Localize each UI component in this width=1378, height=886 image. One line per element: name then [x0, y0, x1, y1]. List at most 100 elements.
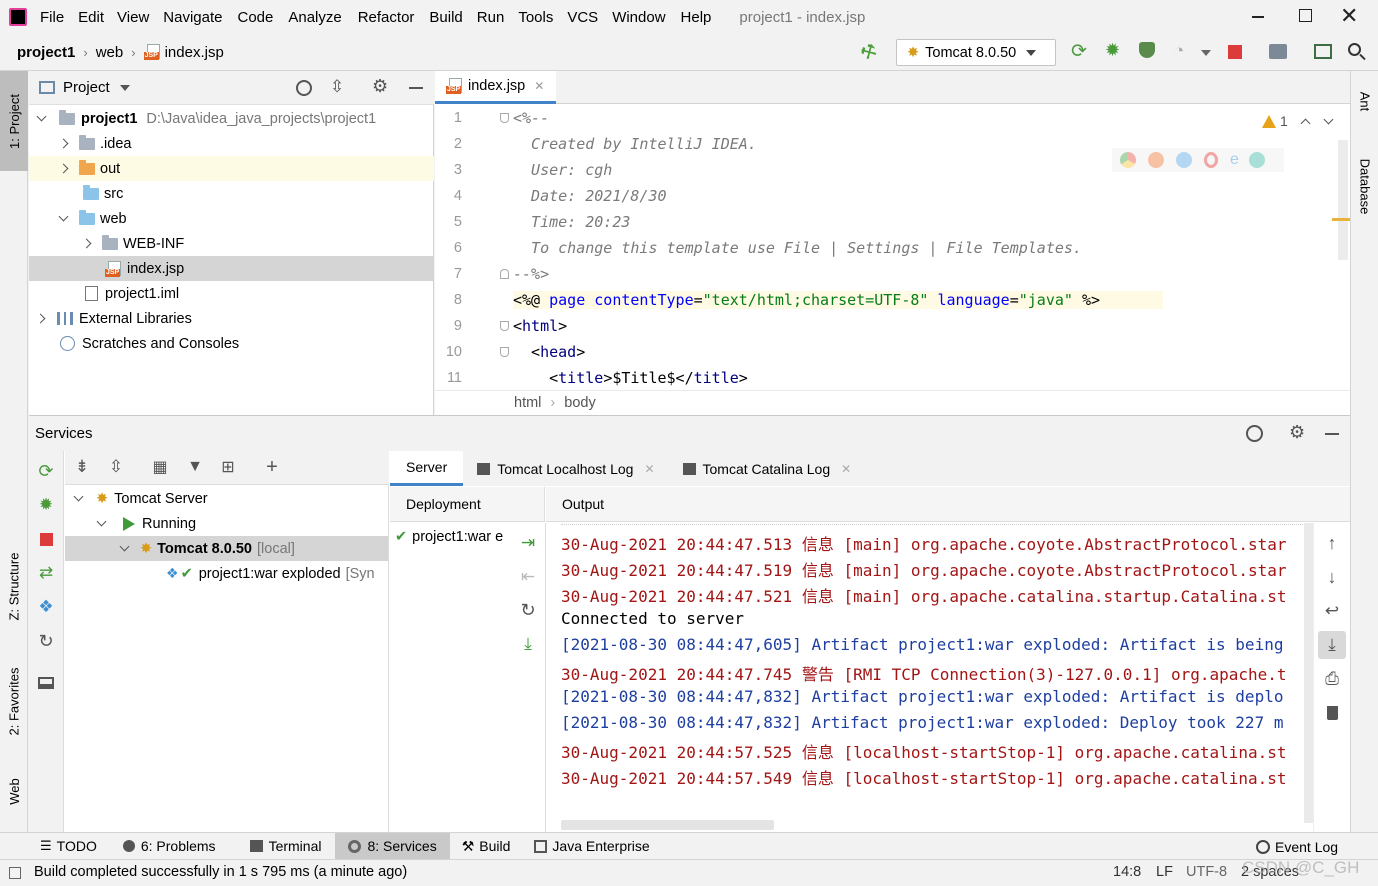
hide-panel-icon[interactable]: [1325, 433, 1339, 435]
settings-gear-icon[interactable]: ⚙: [372, 76, 388, 97]
service-tomcat-server[interactable]: ✸ Tomcat Server: [65, 486, 388, 511]
scroll-to-end-icon[interactable]: ⤓: [1318, 631, 1346, 659]
collapse-all-icon[interactable]: ⇳: [330, 77, 344, 97]
tree-item-web[interactable]: web: [29, 206, 434, 231]
maximize-button[interactable]: [1299, 9, 1312, 22]
expand-chevron-icon[interactable]: [58, 211, 69, 222]
breadcrumb-project[interactable]: project1: [17, 44, 75, 61]
structure-tool-tab[interactable]: Z: Structure: [0, 531, 28, 641]
file-encoding[interactable]: UTF-8: [1186, 864, 1227, 880]
service-tomcat-instance[interactable]: ✸ Tomcat 8.0.50 [local]: [65, 536, 388, 561]
fold-marker-icon[interactable]: [500, 269, 509, 279]
tab-localhost-log[interactable]: Tomcat Localhost Log ✕: [463, 451, 670, 486]
chrome-icon[interactable]: [1120, 152, 1136, 168]
warning-stripe-marker[interactable]: [1332, 218, 1350, 221]
tab-problems[interactable]: 6: Problems: [113, 833, 226, 860]
vertical-scrollbar[interactable]: [1304, 523, 1313, 823]
locate-icon[interactable]: [296, 80, 312, 96]
tree-item-index-jsp[interactable]: index.jsp: [29, 256, 434, 281]
close-tab-icon[interactable]: ✕: [841, 462, 851, 476]
expand-all-icon[interactable]: ⇟: [72, 457, 92, 477]
settings-gear-icon[interactable]: ⚙: [1289, 422, 1305, 443]
opera-icon[interactable]: [1204, 152, 1218, 168]
tree-item-src[interactable]: src: [29, 181, 434, 206]
expand-chevron-icon[interactable]: [119, 541, 130, 552]
fold-marker-icon[interactable]: [500, 347, 509, 357]
refresh-icon[interactable]: ↻: [518, 600, 538, 620]
menu-tools[interactable]: Tools: [518, 9, 553, 26]
web-tool-tab[interactable]: Web: [0, 761, 28, 821]
service-artifact[interactable]: ❖ ✔ project1:war exploded [Syn: [65, 561, 388, 586]
fold-marker-icon[interactable]: [500, 113, 509, 123]
tab-build[interactable]: ⚒ Build: [450, 833, 523, 860]
tab-java-enterprise[interactable]: Java Enterprise: [522, 833, 661, 860]
soft-wrap-icon[interactable]: ↩: [1322, 601, 1342, 621]
favorites-tool-tab[interactable]: 2: Favorites: [0, 651, 28, 751]
breadcrumb-file[interactable]: index.jsp: [165, 44, 224, 61]
menu-run[interactable]: Run: [477, 9, 505, 26]
tab-event-log[interactable]: Event Log: [1256, 833, 1338, 860]
tab-services[interactable]: 8: Services: [335, 832, 450, 860]
tree-item-scratches[interactable]: Scratches and Consoles: [29, 331, 434, 356]
coverage-icon[interactable]: [1139, 42, 1155, 58]
service-running-group[interactable]: Running: [65, 511, 388, 536]
print-icon[interactable]: ⎙: [1322, 669, 1342, 689]
new-service-icon[interactable]: ⊞: [218, 457, 238, 477]
rerun-icon[interactable]: ⟳: [1071, 40, 1087, 63]
expand-chevron-icon[interactable]: [73, 491, 84, 502]
project-panel-title[interactable]: Project: [63, 79, 110, 96]
collapse-all-icon[interactable]: ⇳: [106, 457, 126, 477]
scroll-up-icon[interactable]: ↑: [1322, 533, 1342, 553]
ant-tool-tab[interactable]: Ant: [1351, 71, 1378, 131]
database-tool-tab[interactable]: Database: [1351, 141, 1378, 231]
deploy-icon[interactable]: ⇥: [518, 533, 538, 553]
editor-tab-index-jsp[interactable]: index.jsp ✕: [435, 71, 556, 104]
close-tab-icon[interactable]: ✕: [644, 462, 654, 476]
deployment-item[interactable]: ✔ project1:war e: [390, 525, 510, 549]
caret-position[interactable]: 14:8: [1113, 864, 1141, 880]
project-tool-tab[interactable]: 1: Project: [0, 71, 28, 171]
build-hammer-icon[interactable]: ⚒: [857, 39, 881, 65]
tree-item-out[interactable]: out: [29, 156, 434, 181]
artifacts-icon[interactable]: ❖: [36, 597, 56, 617]
update-app-icon[interactable]: ⤓: [518, 634, 538, 654]
menu-code[interactable]: Code: [237, 9, 273, 26]
filter-icon[interactable]: ▼: [185, 457, 205, 477]
next-highlight-icon[interactable]: [1323, 114, 1334, 124]
stop-icon[interactable]: [1228, 45, 1242, 59]
close-tab-icon[interactable]: ✕: [534, 79, 544, 93]
tab-catalina-log[interactable]: Tomcat Catalina Log ✕: [671, 451, 866, 486]
firefox-icon[interactable]: [1148, 152, 1164, 168]
debug-icon[interactable]: ✹: [1105, 40, 1120, 61]
add-service-icon[interactable]: +: [262, 456, 282, 478]
scroll-down-icon[interactable]: ↓: [1322, 567, 1342, 587]
tree-item-web-inf[interactable]: WEB-INF: [29, 231, 434, 256]
inspection-widget[interactable]: 1: [1262, 113, 1334, 129]
close-window-button[interactable]: ✕: [1340, 3, 1358, 29]
ie-icon[interactable]: e: [1230, 151, 1239, 169]
deploy-icon[interactable]: ⇄: [36, 563, 56, 583]
project-structure-icon[interactable]: [1269, 44, 1287, 59]
menu-vcs[interactable]: VCS: [567, 9, 598, 26]
status-toggle-icon[interactable]: [9, 867, 21, 879]
tab-todo[interactable]: ☰ TODO: [40, 833, 113, 860]
undeploy-icon[interactable]: ⇤: [518, 567, 538, 587]
menu-file[interactable]: File: [40, 9, 64, 26]
expand-chevron-icon[interactable]: [81, 238, 92, 249]
tree-item-project1-iml[interactable]: project1.iml: [29, 281, 434, 306]
menu-refactor[interactable]: Refactor: [358, 9, 415, 26]
edge-icon[interactable]: [1248, 152, 1265, 168]
previous-highlight-icon[interactable]: [1300, 118, 1311, 129]
tab-server[interactable]: Server: [390, 451, 464, 486]
clear-all-icon[interactable]: [1322, 703, 1342, 723]
status-message[interactable]: Build completed successfully in 1 s 795 …: [34, 864, 407, 880]
fold-marker-icon[interactable]: [500, 321, 509, 331]
more-run-dropdown-icon[interactable]: [1201, 50, 1211, 56]
refresh-icon[interactable]: ↻: [36, 631, 56, 651]
expand-chevron-icon[interactable]: [35, 313, 46, 324]
locate-icon[interactable]: [1246, 425, 1263, 442]
menu-edit[interactable]: Edit: [78, 9, 104, 26]
rerun-icon[interactable]: ⟳: [36, 461, 56, 481]
view-dropdown-icon[interactable]: [119, 84, 130, 91]
expand-chevron-icon[interactable]: [58, 138, 69, 149]
